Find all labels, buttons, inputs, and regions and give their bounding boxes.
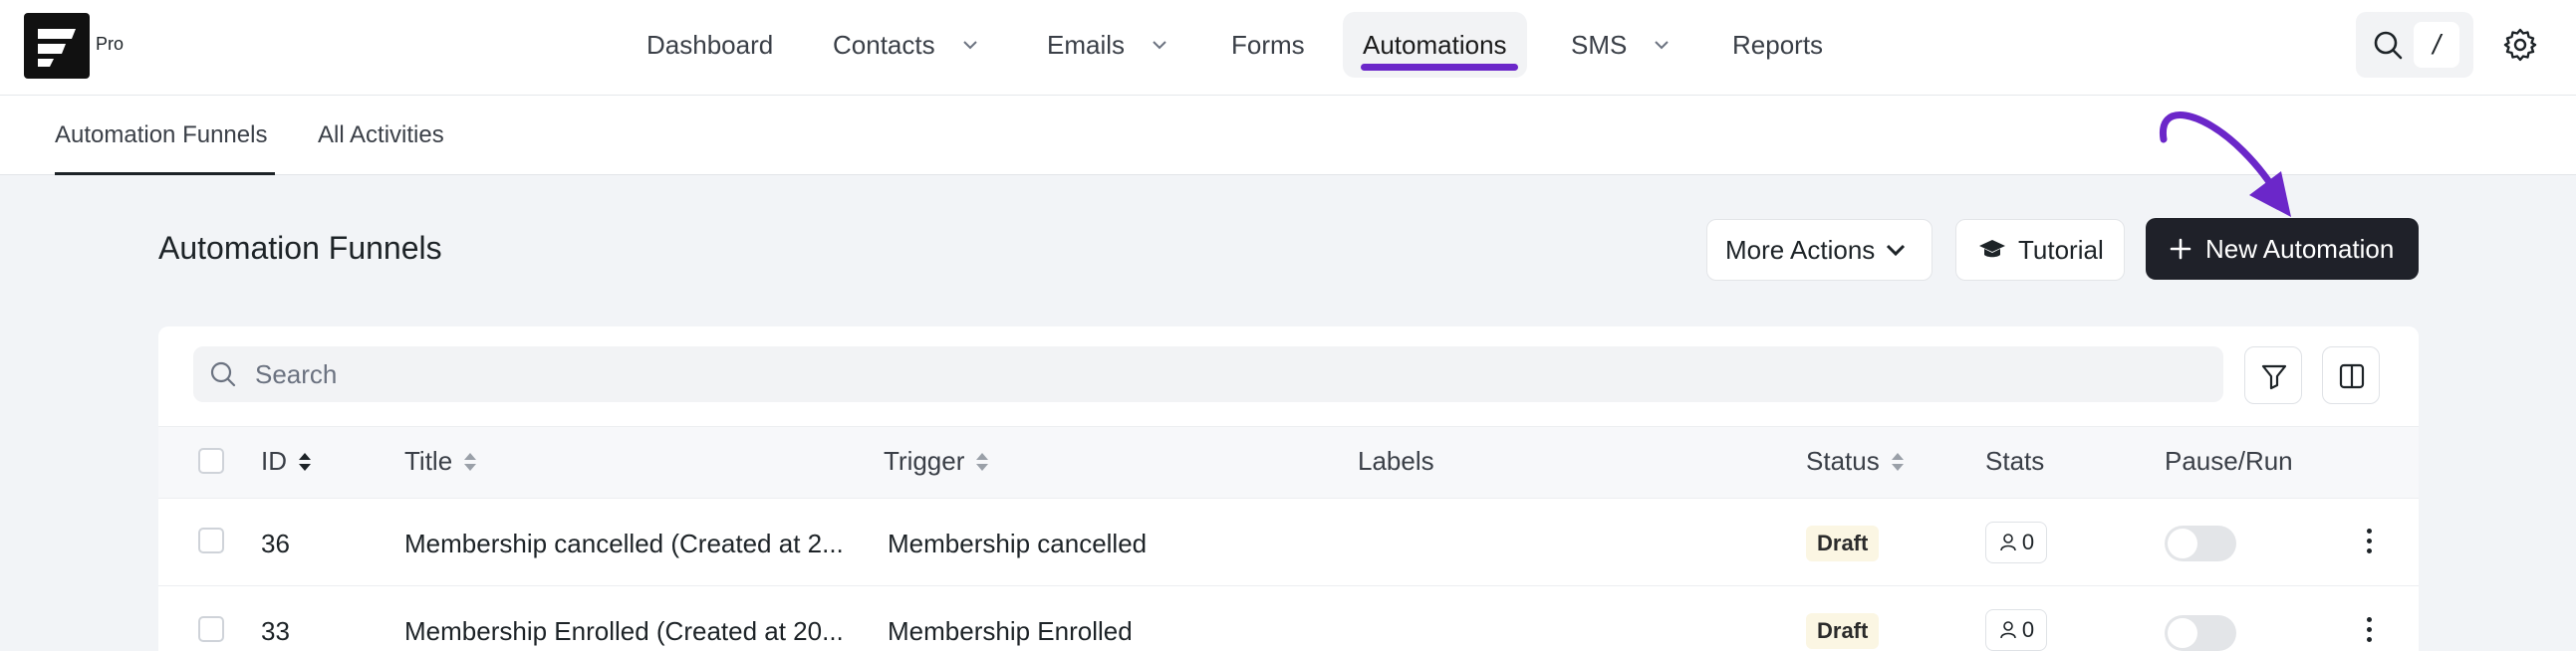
column-header-labels: Labels (1358, 446, 1434, 477)
column-stats-label: Stats (1985, 446, 2045, 476)
stats-count: 0 (2021, 530, 2035, 554)
column-pause-run-label: Pause/Run (2165, 446, 2293, 476)
chevron-down-icon (962, 41, 977, 50)
nav-emails-label: Emails (1047, 29, 1126, 60)
row-trigger: Membership cancelled (888, 529, 1148, 558)
chevron-down-icon (1153, 41, 1166, 50)
row-id: 36 (261, 529, 290, 558)
nav-forms-label: Forms (1231, 29, 1305, 60)
sort-icon (464, 452, 477, 471)
stats-badge[interactable]: 0 (1985, 609, 2047, 651)
search-input[interactable] (255, 346, 2207, 402)
row-checkbox[interactable] (198, 616, 224, 642)
annotation-arrow-icon (2160, 111, 2291, 217)
nav-forms[interactable]: Forms (1231, 12, 1305, 78)
page-title: Automation Funnels (158, 230, 442, 266)
column-header-stats: Stats (1985, 446, 2044, 477)
row-id: 33 (261, 616, 290, 646)
row-title-link[interactable]: Membership Enrolled (Created at 20... (404, 616, 844, 647)
tutorial-button[interactable]: Tutorial (1955, 219, 2125, 281)
column-status-label: Status (1806, 446, 1880, 476)
nav-contacts-label: Contacts (833, 29, 935, 60)
user-icon (2000, 534, 2016, 551)
table-header (158, 426, 2419, 499)
search-shortcut-key: / (2414, 22, 2459, 68)
brand-logo[interactable] (24, 13, 90, 79)
sort-icon (976, 452, 989, 471)
nav-emails[interactable]: Emails (1047, 12, 1168, 78)
tutorial-label: Tutorial (2018, 234, 2104, 265)
graduation-cap-icon (1979, 240, 2005, 258)
columns-icon (2339, 363, 2365, 389)
nav-contacts[interactable]: Contacts (833, 12, 979, 78)
plus-icon (2170, 238, 2191, 260)
row-actions-menu-icon[interactable] (2359, 529, 2379, 558)
column-header-id[interactable]: ID (261, 446, 313, 477)
stats-count: 0 (2021, 617, 2035, 642)
column-labels-label: Labels (1358, 446, 1434, 476)
nav-sms[interactable]: SMS (1571, 12, 1671, 78)
search-icon (210, 361, 236, 387)
new-automation-button[interactable]: New Automation (2146, 218, 2419, 280)
more-actions-button[interactable]: More Actions (1706, 219, 1932, 281)
pause-run-toggle[interactable] (2165, 615, 2236, 651)
column-header-trigger[interactable]: Trigger (884, 446, 990, 477)
status-badge: Draft (1806, 613, 1880, 649)
nav-reports[interactable]: Reports (1732, 12, 1823, 78)
edition-label: Pro (96, 34, 125, 54)
active-nav-indicator (1361, 64, 1518, 71)
tab-all-activities[interactable]: All Activities (318, 121, 444, 149)
status-badge: Draft (1806, 526, 1880, 561)
row-actions-menu-icon[interactable] (2359, 617, 2379, 647)
column-id-label: ID (261, 446, 287, 476)
new-automation-label: New Automation (2205, 233, 2395, 264)
nav-dashboard-label: Dashboard (646, 29, 774, 60)
top-navbar: Pro Dashboard Contacts Emails Forms Auto… (0, 0, 2576, 96)
nav-dashboard[interactable]: Dashboard (646, 12, 773, 78)
nav-reports-label: Reports (1732, 29, 1824, 60)
row-checkbox[interactable] (198, 528, 224, 553)
nav-sms-label: SMS (1571, 29, 1628, 60)
filter-button[interactable] (2244, 346, 2302, 404)
tab-automation-funnels[interactable]: Automation Funnels (55, 121, 267, 149)
active-tab-indicator (55, 172, 275, 175)
column-header-pause-run: Pause/Run (2165, 446, 2293, 477)
column-trigger-label: Trigger (884, 446, 965, 476)
column-header-title[interactable]: Title (404, 446, 478, 477)
chevron-down-icon (1655, 41, 1670, 50)
row-trigger: Membership Enrolled (888, 616, 1133, 646)
columns-toggle-button[interactable] (2322, 346, 2380, 404)
filter-icon (2261, 364, 2287, 390)
nav-automations-label: Automations (1363, 29, 1507, 60)
table-search (193, 346, 2223, 402)
chevron-down-icon (1887, 244, 1906, 257)
gear-icon[interactable] (2502, 27, 2538, 63)
sort-icon (1891, 452, 1904, 471)
sort-icon (299, 452, 311, 471)
global-search-button[interactable]: / (2356, 12, 2473, 78)
user-icon (2000, 621, 2016, 639)
search-icon (2374, 31, 2403, 60)
pause-run-toggle[interactable] (2165, 526, 2236, 561)
column-header-status[interactable]: Status (1806, 446, 1906, 477)
more-actions-label: More Actions (1725, 234, 1876, 265)
stats-badge[interactable]: 0 (1985, 522, 2047, 563)
column-title-label: Title (404, 446, 453, 476)
select-all-checkbox[interactable] (198, 448, 224, 474)
row-title-link[interactable]: Membership cancelled (Created at 2... (404, 529, 844, 559)
